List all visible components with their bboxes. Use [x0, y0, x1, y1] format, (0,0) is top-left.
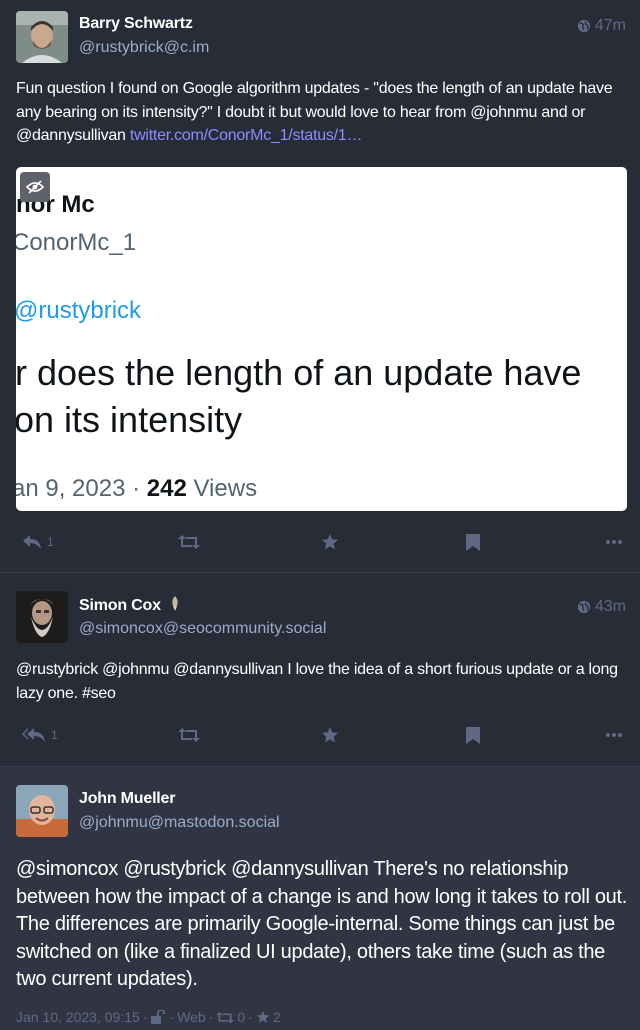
boost-icon — [216, 1011, 235, 1023]
status-post[interactable]: Barry Schwartz @rustybrick@c.im 47m Fun … — [0, 0, 640, 573]
timestamp[interactable]: 43m — [577, 598, 626, 616]
star-icon — [322, 534, 338, 550]
display-name[interactable]: Barry Schwartz — [79, 15, 193, 33]
boost-count[interactable]: 0 — [237, 1009, 245, 1025]
bookmark-button[interactable] — [466, 527, 480, 557]
rocket-icon — [172, 596, 178, 611]
globe-icon — [577, 600, 590, 614]
status-content: @rustybrick @johnmu @dannysullivan I lov… — [16, 661, 618, 702]
ellipsis-icon — [606, 540, 622, 544]
reply-count: 1 — [51, 728, 58, 742]
favourite-count[interactable]: 2 — [273, 1009, 281, 1025]
hide-media-button[interactable] — [20, 172, 50, 202]
avatar[interactable] — [16, 591, 68, 643]
embed-views-label: Views — [193, 475, 258, 502]
favourite-button[interactable] — [321, 720, 339, 750]
favourite-button[interactable] — [321, 527, 339, 557]
status-action-bar: 1 — [0, 720, 640, 750]
account-handle[interactable]: @johnmu@mastodon.social — [79, 814, 280, 832]
status-content: @simoncox @rustybrick @dannysullivan The… — [16, 858, 628, 990]
time-ago: 43m — [594, 598, 626, 615]
separator: · — [208, 1009, 214, 1025]
ellipsis-icon — [606, 733, 622, 737]
bookmark-button[interactable] — [466, 720, 480, 750]
boost-icon — [178, 728, 200, 742]
boost-button[interactable] — [178, 527, 200, 557]
status-action-bar: 1 — [0, 527, 640, 557]
globe-icon — [577, 19, 590, 33]
separator: · — [142, 1009, 148, 1025]
status-content: Fun question I found on Google algorithm… — [16, 77, 628, 148]
time-ago: 47m — [594, 17, 626, 34]
embed-text-line: on its intensity — [16, 399, 243, 440]
display-name-text: Simon Cox — [79, 597, 161, 614]
account-handle[interactable]: @rustybrick@c.im — [79, 39, 209, 57]
status-app: Web — [177, 1009, 206, 1025]
status-date[interactable]: Jan 10, 2023, 09:15 — [16, 1009, 140, 1025]
star-icon — [256, 1010, 270, 1023]
status-meta: Jan 10, 2023, 09:15 · · Web · 0 · 2 — [16, 1009, 281, 1025]
account-handle[interactable]: @simoncox@seocommunity.social — [79, 620, 326, 638]
reply-all-icon — [22, 728, 45, 742]
status-post[interactable]: Simon Cox @simoncox@seocommunity.social … — [0, 573, 640, 767]
unlock-icon — [151, 1010, 166, 1024]
boost-button[interactable] — [178, 720, 200, 750]
avatar[interactable] — [16, 785, 68, 837]
bookmark-icon — [466, 533, 480, 551]
embed-text-line: r does the length of an update have — [16, 352, 582, 393]
separator: · — [248, 1009, 253, 1025]
reply-button[interactable]: 1 — [22, 720, 58, 750]
status-post-detail[interactable]: John Mueller @johnmu@mastodon.social @si… — [0, 767, 640, 1030]
embed-author-handle: ConorMc_1 — [16, 229, 137, 256]
media-attachment[interactable]: nor Mc ConorMc_1 @rustybrick r does the … — [16, 167, 627, 511]
more-button[interactable] — [605, 720, 623, 750]
reply-button[interactable]: 1 — [22, 527, 54, 557]
star-icon — [322, 727, 338, 743]
display-name[interactable]: Simon Cox — [79, 596, 181, 615]
boost-icon — [178, 535, 200, 549]
timestamp[interactable]: 47m — [577, 17, 626, 35]
eye-slash-icon — [26, 180, 44, 194]
display-name[interactable]: John Mueller — [79, 790, 175, 808]
avatar[interactable] — [16, 11, 68, 63]
embed-date: an 9, 2023 · — [16, 475, 147, 502]
status-link[interactable]: twitter.com/ConorMc_1/status/1… — [130, 127, 363, 144]
embed-mention: @rustybrick — [16, 297, 142, 324]
reply-count: 1 — [47, 535, 54, 549]
more-button[interactable] — [605, 527, 623, 557]
embed-views-count: 242 — [146, 475, 187, 502]
reply-icon — [23, 535, 41, 549]
separator: · — [169, 1009, 175, 1025]
embed-meta: an 9, 2023 · 242 Views — [16, 475, 257, 503]
bookmark-icon — [466, 726, 480, 744]
